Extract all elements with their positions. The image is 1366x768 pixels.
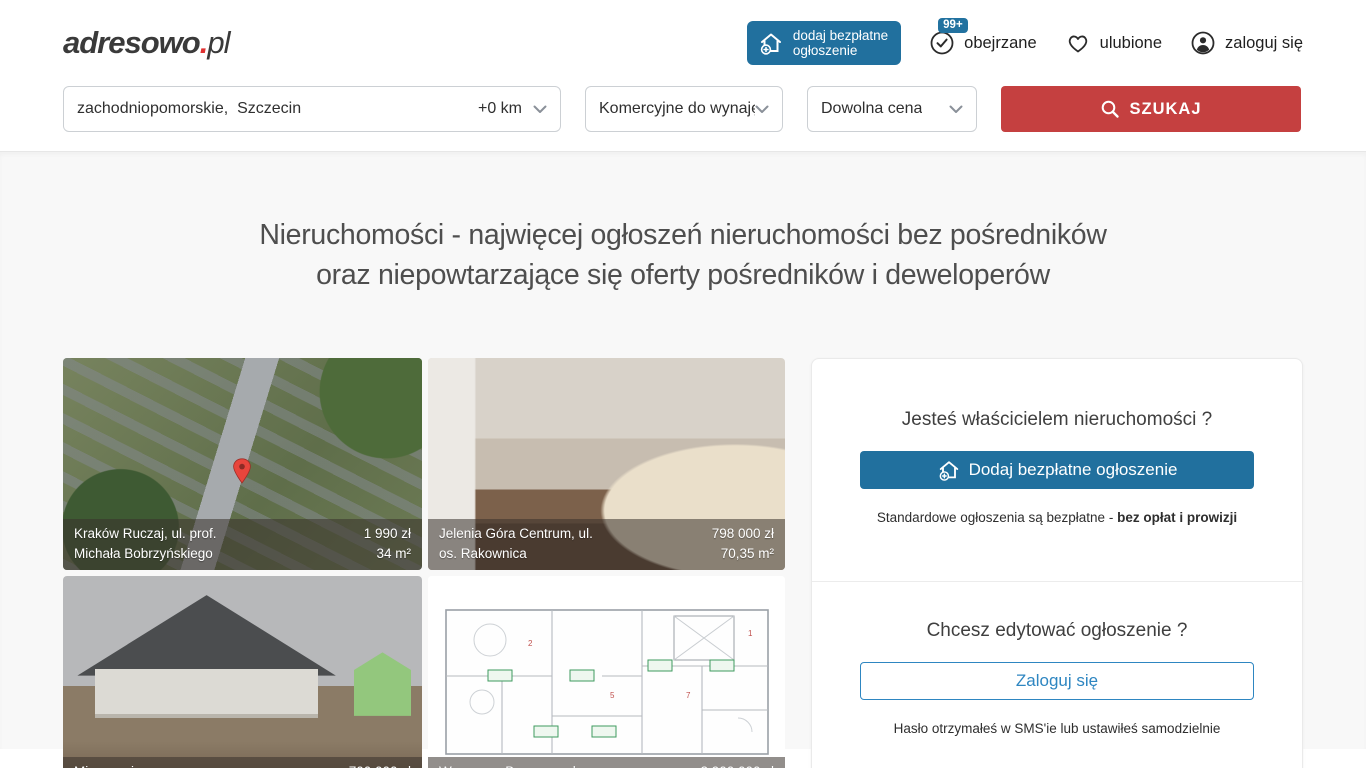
- map-pin-icon: [232, 458, 252, 484]
- logo-text-main: adresowo: [63, 25, 200, 60]
- listing-price: 1 990 zł: [364, 524, 411, 544]
- magnifier-icon: [1100, 99, 1120, 119]
- chevron-down-icon: [755, 105, 769, 114]
- listing-price: 798 000 zł: [712, 524, 774, 544]
- search-button[interactable]: SZUKAJ: [1001, 86, 1301, 132]
- nav-item-label: ulubione: [1100, 34, 1162, 53]
- price-value: Dowolna cena: [821, 100, 922, 118]
- nav-item-label: zaloguj się: [1225, 34, 1303, 53]
- listing-caption: Jelenia Góra Centrum, ul. os. Rakownica …: [428, 519, 785, 570]
- edit-heading: Chcesz edytować ogłoszenie ?: [860, 620, 1254, 642]
- house-construction-photo: [63, 576, 422, 768]
- listing-caption: Warszawa Bemowo, ul. 2 900 000 zł: [428, 757, 785, 768]
- viewed-count-badge: 99+: [938, 18, 968, 33]
- owner-panel: Jesteś właścicielem nieruchomości ? Doda…: [811, 358, 1303, 768]
- add-listing-button[interactable]: dodaj bezpłatne ogłoszenie: [747, 21, 901, 65]
- header: adresowo.pl dodaj bezpłatne ogłoszenie: [0, 0, 1366, 86]
- heart-icon: [1065, 30, 1091, 56]
- listing-price: 2 900 000 zł: [700, 762, 774, 768]
- login-button-label: Zaloguj się: [1016, 671, 1098, 691]
- listing-card[interactable]: Kraków Ruczaj, ul. prof. Michała Bobrzyń…: [63, 358, 422, 570]
- neighbor-house: [354, 652, 411, 716]
- listings-grid: Kraków Ruczaj, ul. prof. Michała Bobrzyń…: [63, 358, 785, 768]
- edit-note: Hasło otrzymałeś w SMS'ie lub ustawiłeś …: [860, 721, 1254, 736]
- listing-address: Kraków Ruczaj, ul. prof.: [74, 524, 217, 544]
- price-select[interactable]: Dowolna cena: [807, 86, 977, 132]
- user-circle-icon: [1190, 30, 1216, 56]
- listing-caption: Kraków Ruczaj, ul. prof. Michała Bobrzyń…: [63, 519, 422, 570]
- nav-item-favorites[interactable]: ulubione: [1065, 30, 1162, 56]
- svg-text:5: 5: [610, 691, 615, 700]
- search-button-label: SZUKAJ: [1129, 100, 1201, 119]
- page: adresowo.pl dodaj bezpłatne ogłoszenie: [0, 0, 1366, 768]
- logo-text-suffix: pl: [207, 25, 229, 60]
- house-roof: [77, 595, 335, 676]
- edit-panel: Chcesz edytować ogłoszenie ? Zaloguj się…: [860, 582, 1254, 736]
- svg-text:7: 7: [686, 691, 691, 700]
- nav-item-viewed[interactable]: 99+ obejrzane: [929, 30, 1036, 56]
- add-free-listing-button[interactable]: Dodaj bezpłatne ogłoszenie: [860, 451, 1254, 489]
- listing-area: 70,35 m²: [712, 544, 774, 564]
- house-add-icon: [758, 30, 784, 56]
- page-title: Nieruchomości - najwięcej ogłoszeń nieru…: [63, 215, 1303, 295]
- add-listing-label: dodaj bezpłatne ogłoszenie: [793, 28, 888, 58]
- listing-address: Warszawa Bemowo, ul.: [439, 762, 580, 768]
- listing-caption: Miroszewice 700 000 zł: [63, 757, 422, 768]
- listing-address: os. Rakownica: [439, 544, 593, 564]
- listing-address: Miroszewice: [74, 762, 148, 768]
- radius-dropdown[interactable]: +0 km: [478, 100, 547, 118]
- house-walls: [95, 669, 318, 718]
- nav-item-label: obejrzane: [964, 34, 1036, 53]
- site-logo[interactable]: adresowo.pl: [63, 25, 229, 61]
- listing-card[interactable]: 2 5 7 1 Warszawa Bemowo, ul. 2 900 000 z…: [428, 576, 785, 768]
- check-circle-icon: [929, 30, 955, 56]
- house-add-icon: [937, 458, 961, 482]
- main-content: Nieruchomości - najwięcej ogłoszeń nieru…: [0, 151, 1366, 749]
- search-filter-bar: +0 km Komercyjne do wynaję Dowolna cena: [0, 86, 1366, 151]
- listing-card[interactable]: Jelenia Góra Centrum, ul. os. Rakownica …: [428, 358, 785, 570]
- category-value: Komercyjne do wynaję: [599, 100, 755, 118]
- chevron-down-icon: [949, 105, 963, 114]
- login-button[interactable]: Zaloguj się: [860, 662, 1254, 700]
- radius-value: +0 km: [478, 100, 522, 118]
- svg-text:1: 1: [748, 629, 753, 638]
- listing-area: 34 m²: [364, 544, 411, 564]
- listing-price: 700 000 zł: [349, 762, 411, 768]
- location-field[interactable]: +0 km: [63, 86, 561, 132]
- owner-heading: Jesteś właścicielem nieruchomości ?: [860, 409, 1254, 431]
- location-input[interactable]: [77, 100, 478, 118]
- listing-card[interactable]: Miroszewice 700 000 zł: [63, 576, 422, 768]
- category-select[interactable]: Komercyjne do wynaję: [585, 86, 783, 132]
- svg-text:2: 2: [528, 639, 533, 648]
- listing-address: Jelenia Góra Centrum, ul.: [439, 524, 593, 544]
- listing-address: Michała Bobrzyńskiego: [74, 544, 217, 564]
- header-nav: dodaj bezpłatne ogłoszenie 99+ obejrzane: [747, 21, 1303, 65]
- nav-item-login[interactable]: zaloguj się: [1190, 30, 1303, 56]
- floor-plan-drawing: 2 5 7 1: [428, 576, 785, 768]
- add-free-listing-label: Dodaj bezpłatne ogłoszenie: [969, 460, 1178, 480]
- owner-note: Standardowe ogłoszenia są bezpłatne - be…: [860, 510, 1254, 525]
- chevron-down-icon: [533, 105, 547, 114]
